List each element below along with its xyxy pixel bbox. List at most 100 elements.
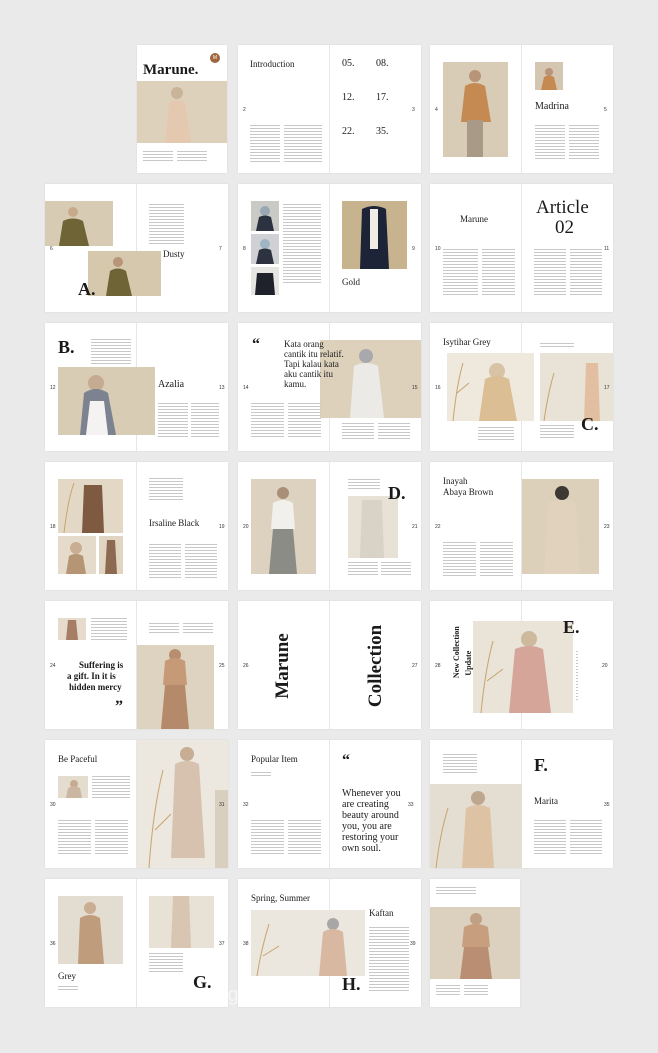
back-text xyxy=(436,985,460,995)
collection-title-right: Collection xyxy=(365,624,387,708)
whenever-quote-line: restoring your xyxy=(342,832,399,843)
page-number: 24 xyxy=(50,663,56,669)
popular-text xyxy=(251,820,284,854)
cover-text-block xyxy=(177,151,207,163)
kata-text xyxy=(251,403,284,437)
spread-irsaline: 18 Irsaline Black 19 xyxy=(45,462,228,590)
spread-kata-orang: “ Kata orang cantik itu relatif. Tapi ka… xyxy=(238,323,421,451)
suffering-thumb xyxy=(58,618,86,640)
page-number: 38 xyxy=(243,941,249,947)
whenever-quote-line: are creating xyxy=(342,799,389,810)
page-number: 18 xyxy=(50,524,56,530)
back-text xyxy=(436,887,476,895)
page-number: 26 xyxy=(243,663,249,669)
kata-quote-line: kamu. xyxy=(284,379,307,389)
spread-popular: Popular Item 32 “ Whenever you are creat… xyxy=(238,740,421,868)
article-text-left xyxy=(482,249,515,297)
dusty-text xyxy=(149,204,184,244)
toc-number: 35. xyxy=(376,126,389,137)
spread-azalia: B. 12 Azalia 13 xyxy=(45,323,228,451)
page-number: 28 xyxy=(435,663,441,669)
suffering-quote-line: Suffering is xyxy=(79,660,124,670)
d-photo-left xyxy=(251,479,316,574)
isytihar-photo-right xyxy=(540,353,613,421)
new-collection-text xyxy=(576,651,578,701)
irsaline-text xyxy=(149,478,183,500)
new-collection-line: New Collection xyxy=(451,626,461,679)
gold-thumb-1 xyxy=(251,201,279,231)
whenever-quote-line: Whenever you xyxy=(342,788,401,799)
marune-heading: Marune xyxy=(460,214,488,224)
page-number: 7 xyxy=(219,246,222,252)
dusty-photo-bottom xyxy=(88,251,161,296)
marita-text xyxy=(443,754,477,774)
suffering-text xyxy=(183,623,213,635)
cover-page: M Marune. xyxy=(137,45,227,173)
kaftan-heading: Kaftan xyxy=(369,908,394,918)
isytihar-text xyxy=(540,343,574,349)
be-paceful-thumb xyxy=(58,776,88,798)
azalia-text xyxy=(158,403,188,439)
madrina-text xyxy=(535,125,565,161)
spread-gold: 8 Gold 9 xyxy=(238,184,421,312)
page-number: 3 xyxy=(412,107,415,113)
popular-text xyxy=(251,772,271,776)
page-number: 32 xyxy=(243,802,249,808)
spread-isytihar: Isytihar Grey 16 C. 17 xyxy=(430,323,613,451)
page-number: 23 xyxy=(604,524,610,530)
suffering-quote-line: hidden mercy xyxy=(69,682,122,692)
page-number: 9 xyxy=(412,246,415,252)
suffering-text xyxy=(91,618,127,640)
spring-heading: Spring, Summer xyxy=(251,893,311,903)
dusty-photo-top xyxy=(45,201,113,246)
isytihar-text xyxy=(478,427,514,441)
isytihar-heading: Isytihar Grey xyxy=(443,337,491,347)
new-collection-photo xyxy=(473,621,573,713)
azalia-photo xyxy=(58,367,155,435)
quote-mark: “ xyxy=(252,336,260,353)
azalia-text xyxy=(91,339,131,365)
quote-mark: “ xyxy=(342,752,350,769)
toc-number: 05. xyxy=(342,58,355,69)
grey-text xyxy=(149,953,183,973)
page-number: 39 xyxy=(410,941,416,947)
kata-text xyxy=(342,423,374,439)
irsaline-photo-top xyxy=(58,479,123,533)
suffering-text xyxy=(149,623,179,635)
letter-heading: A. xyxy=(78,279,96,299)
d-text xyxy=(381,562,411,576)
page-number: 2 xyxy=(243,107,246,113)
toc-number: 17. xyxy=(376,92,389,103)
marita-heading: Marita xyxy=(534,796,558,806)
marita-photo xyxy=(430,784,522,868)
inayah-heading: Inayah xyxy=(443,476,468,486)
page-number: 14 xyxy=(243,385,249,391)
azalia-heading: Azalia xyxy=(158,379,185,390)
isytihar-photo xyxy=(447,353,534,421)
azalia-text xyxy=(191,403,219,439)
toc-number: 22. xyxy=(342,126,355,137)
spread-d: 20 D. 21 xyxy=(238,462,421,590)
inayah-photo xyxy=(522,479,599,574)
whenever-quote-line: own soul. xyxy=(342,843,381,854)
d-photo-right xyxy=(348,496,398,558)
cover-photo xyxy=(137,81,227,143)
spread-suffering: 24 Suffering is a gift. In it is hidden … xyxy=(45,601,228,729)
back-photo xyxy=(430,907,520,979)
spread-new-collection: 28 New Collection Update E. 20 xyxy=(430,601,613,729)
be-paceful-text xyxy=(92,776,130,798)
kata-text xyxy=(378,423,410,439)
grey-text xyxy=(58,986,78,990)
gold-thumb-3 xyxy=(251,267,279,295)
isytihar-text xyxy=(540,425,574,439)
letter-heading: E. xyxy=(563,617,580,637)
spread-dusty: 6 A. Dusty 7 xyxy=(45,184,228,312)
cover-text-block xyxy=(143,151,173,163)
d-text xyxy=(348,562,378,576)
gold-thumb-2 xyxy=(251,234,279,264)
gold-text xyxy=(283,204,321,284)
irsaline-photo-bottom-right xyxy=(99,536,123,574)
whenever-quote-line: beauty around xyxy=(342,810,399,821)
watermark: @huagongyuan.com xyxy=(170,984,371,1006)
irsaline-text xyxy=(149,544,181,578)
